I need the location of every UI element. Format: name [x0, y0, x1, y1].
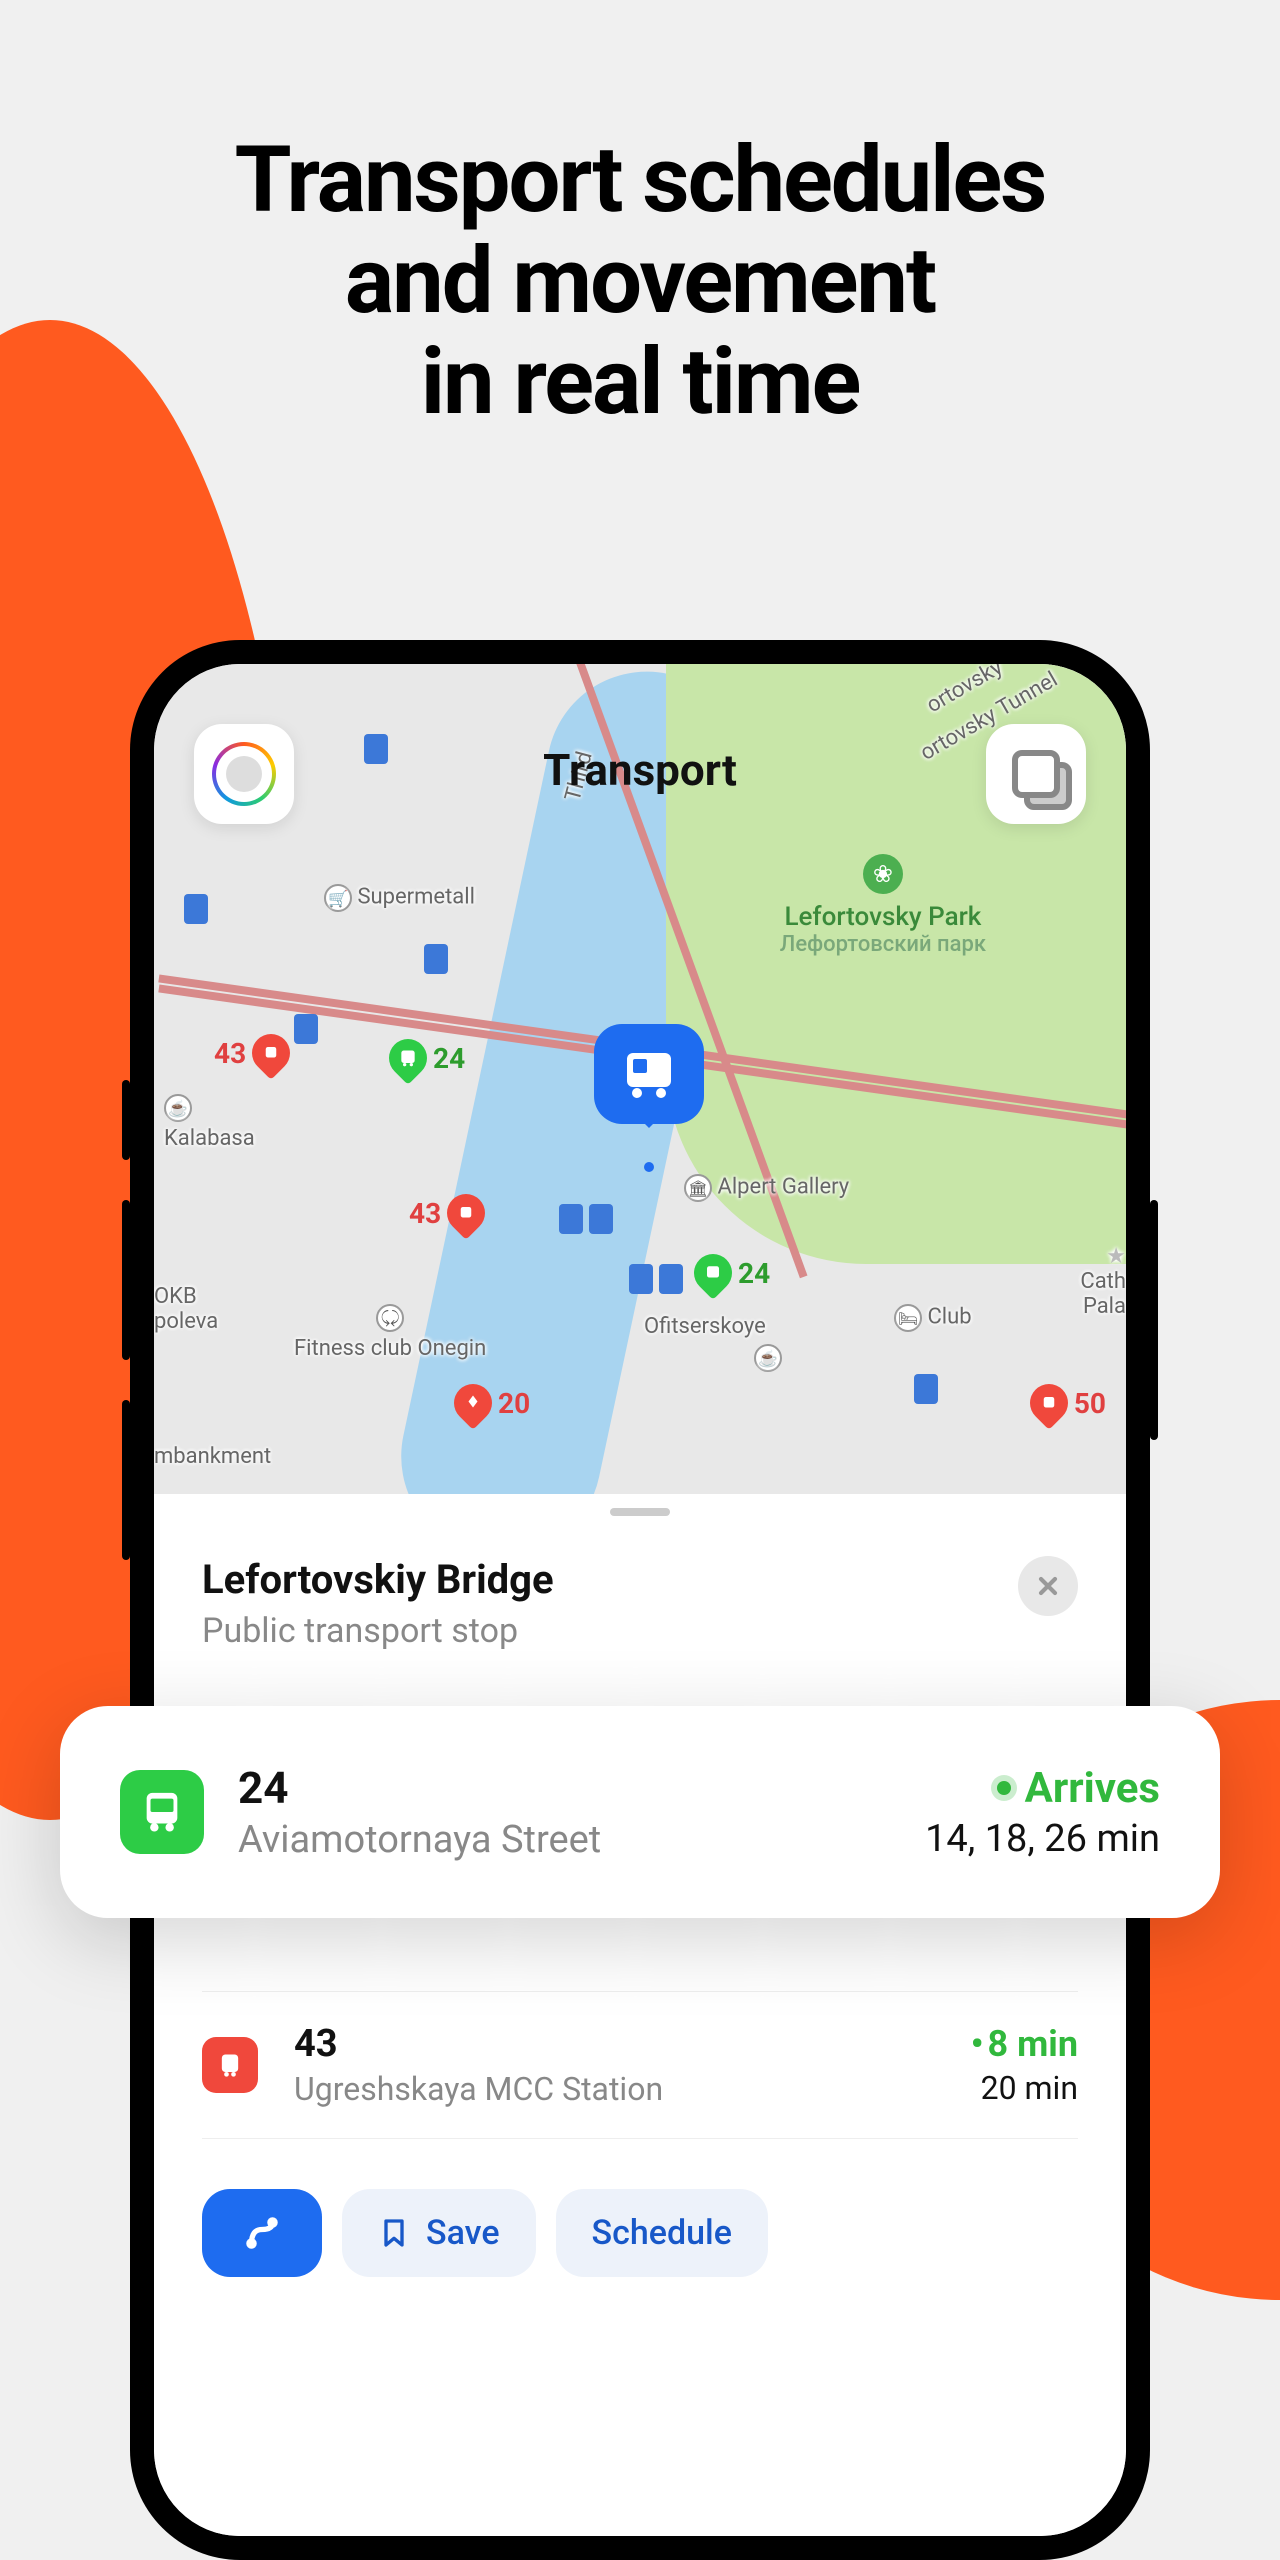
poi-label: 🛒 Supermetall [324, 884, 475, 916]
layers-button[interactable] [986, 724, 1086, 824]
bookmark-icon [378, 2217, 410, 2249]
tram-pin[interactable]: 43 [214, 1034, 290, 1072]
save-button[interactable]: Save [342, 2189, 536, 2277]
park-label: ❀ Lefortovsky Park Лефортовский парк [780, 854, 986, 957]
drag-handle[interactable] [610, 1508, 670, 1516]
route-time-primary: •8 min [971, 2023, 1078, 2065]
layers-icon [1012, 750, 1060, 798]
map[interactable]: 🛒 Supermetall ☕ Kalabasa OKB poleva ⤹⤸ F… [154, 664, 1126, 1494]
route-row[interactable]: 43 Ugreshskaya MCC Station •8 min 20 min [154, 1992, 1126, 2138]
bus-icon [120, 1770, 204, 1854]
route-destination: Ugreshskaya MCC Station [294, 2070, 971, 2108]
tram-icon [202, 2037, 258, 2093]
tram-pin[interactable]: 43 [409, 1194, 485, 1232]
route-card-highlighted[interactable]: 24 Aviamotornaya Street Arrives 14, 18, … [60, 1706, 1220, 1918]
route-time-secondary: 20 min [971, 2069, 1078, 2107]
phone-frame: 🛒 Supermetall ☕ Kalabasa OKB poleva ⤹⤸ F… [130, 640, 1150, 2560]
profile-button[interactable] [194, 724, 294, 824]
selected-stop-marker[interactable] [594, 1024, 704, 1124]
map-title: Transport [543, 744, 737, 796]
tree-icon: ❀ [863, 854, 903, 894]
arrives-label: Arrives [925, 1764, 1160, 1813]
stop-panel[interactable]: Lefortovskiy Bridge Public transport sto… [154, 1494, 1126, 2536]
poi-label: ★ Cath Pala [1080, 1244, 1126, 1319]
schedule-button[interactable]: Schedule [556, 2189, 768, 2277]
tram-pin[interactable]: 20 [454, 1384, 530, 1422]
close-button[interactable] [1018, 1556, 1078, 1616]
tram-pin[interactable]: 50 [1030, 1384, 1106, 1422]
promo-headline: Transport schedules and movement in real… [0, 0, 1280, 434]
route-icon [241, 2212, 283, 2254]
bus-pin[interactable]: 24 [389, 1039, 465, 1077]
route-times: 14, 18, 26 min [925, 1817, 1160, 1861]
poi-label: ☕ Kalabasa [164, 1094, 255, 1151]
stop-subtitle: Public transport stop [202, 1611, 554, 1651]
route-button[interactable] [202, 2189, 322, 2277]
poi-label: 🛏 Club [894, 1304, 972, 1336]
selected-stop-dot [644, 1162, 654, 1172]
bus-pin[interactable]: 24 [694, 1254, 770, 1292]
poi-label: mbankment [154, 1444, 271, 1469]
stop-name: Lefortovskiy Bridge [202, 1556, 554, 1603]
live-dot-icon [997, 1781, 1011, 1795]
poi-label: ⤹⤸ Fitness club Onegin [294, 1304, 486, 1361]
poi-label: 🏛 Alpert Gallery [684, 1174, 849, 1206]
poi-label: Ofitserskoye [644, 1314, 766, 1339]
close-icon [1034, 1572, 1062, 1600]
route-destination: Aviamotornaya Street [238, 1818, 925, 1862]
avatar-icon [226, 756, 262, 792]
route-number: 43 [294, 2022, 971, 2066]
route-number: 24 [238, 1762, 925, 1814]
poi-label: OKB poleva [154, 1284, 218, 1334]
poi-label: ☕ [754, 1344, 782, 1376]
